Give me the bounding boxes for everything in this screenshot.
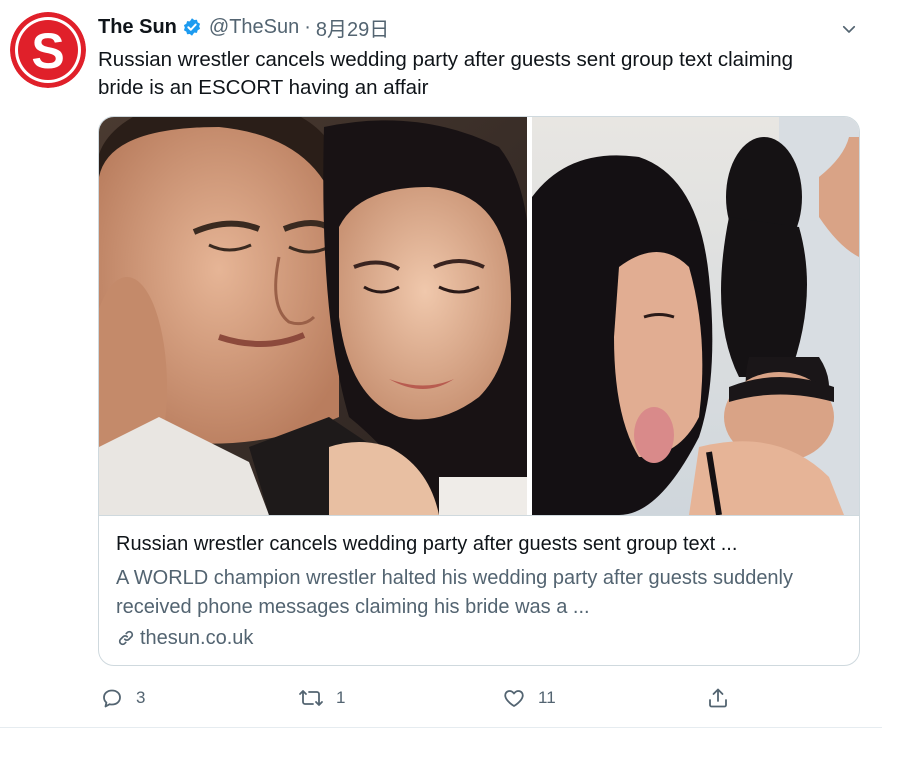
author-handle[interactable]: @TheSun	[209, 16, 299, 39]
reply-icon	[103, 689, 121, 708]
like-button[interactable]: 11	[502, 682, 556, 714]
card-image[interactable]	[99, 117, 859, 515]
card-description[interactable]: A WORLD champion wrestler halted his wed…	[116, 564, 836, 622]
avatar[interactable]: S	[10, 12, 86, 88]
retweet-button[interactable]: 1	[298, 682, 345, 714]
card-divider	[99, 515, 859, 516]
link-icon	[118, 630, 134, 646]
share-button[interactable]	[706, 682, 730, 714]
card-domain[interactable]: thesun.co.uk	[116, 625, 253, 651]
chevron-down-icon[interactable]	[836, 16, 862, 42]
author-name[interactable]: The Sun	[98, 16, 177, 39]
header-separator: ·	[304, 15, 311, 38]
tweet: S The Sun @TheSun · 8月29日 Russian wrestl…	[0, 0, 900, 765]
reply-button[interactable]: 3	[100, 682, 145, 714]
heart-icon	[504, 690, 524, 707]
like-count: 11	[538, 688, 556, 707]
retweet-count: 1	[336, 688, 346, 707]
tweet-actions: 3 1 11	[98, 682, 858, 714]
verified-badge-icon	[182, 17, 202, 37]
card-title[interactable]: Russian wrestler cancels wedding party a…	[116, 533, 851, 556]
the-sun-logo: S	[10, 12, 86, 88]
retweet-icon	[299, 690, 323, 706]
reply-count: 3	[136, 688, 146, 707]
tweet-text: Russian wrestler cancels wedding party a…	[98, 48, 794, 99]
link-card[interactable]: Russian wrestler cancels wedding party a…	[98, 116, 860, 666]
card-domain-text: thesun.co.uk	[140, 626, 254, 649]
tweet-bottom-divider	[0, 727, 882, 728]
svg-text:S: S	[31, 23, 64, 79]
tweet-timestamp[interactable]: 8月29日	[316, 13, 389, 42]
tweet-header: The Sun @TheSun · 8月29日	[98, 13, 840, 42]
share-icon	[709, 688, 727, 708]
